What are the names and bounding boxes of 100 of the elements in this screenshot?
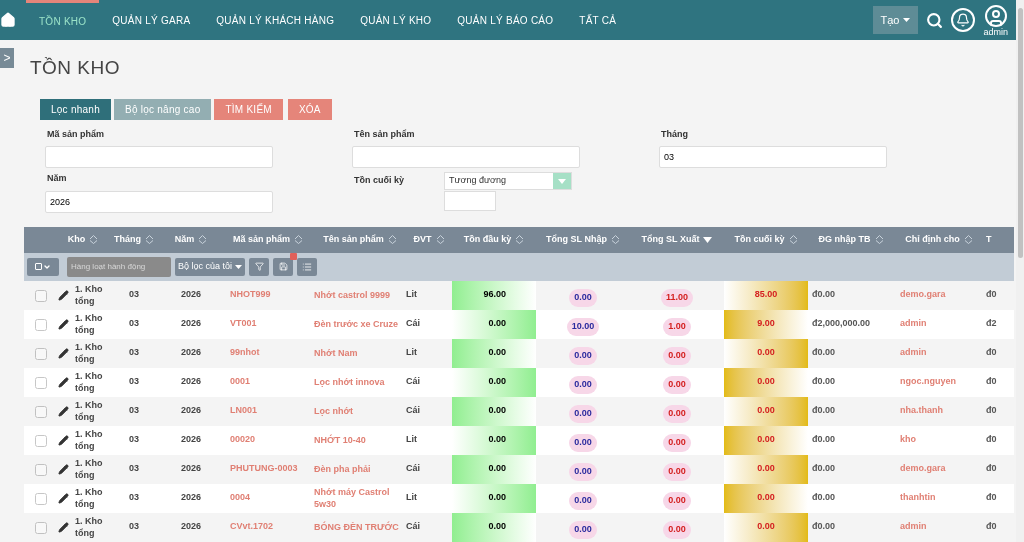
nav-tab[interactable]: QUẢN LÝ KHÁCH HÀNG (203, 0, 348, 40)
edit-icon[interactable] (58, 347, 69, 359)
sort-icon[interactable] (387, 235, 397, 244)
user-avatar-icon[interactable] (983, 3, 1008, 28)
sidebar-toggle[interactable]: > (0, 48, 14, 68)
scrollbar[interactable] (1016, 0, 1024, 542)
sort-icon[interactable] (435, 235, 445, 244)
field-label: Tháng (661, 127, 689, 141)
column-header[interactable]: Tồn cuối kỳ (724, 226, 808, 253)
notification-bell-icon[interactable] (951, 8, 976, 32)
sort-icon[interactable] (145, 235, 154, 244)
table-cell: 2026 (160, 280, 222, 310)
export-qty-badge: 1.00 (663, 318, 691, 336)
product-name-link[interactable]: Nhớt máy Castrol 5w30 (314, 483, 406, 513)
product-name-link[interactable]: Lọc nhớt innova (314, 367, 406, 397)
sort-icon[interactable] (294, 235, 303, 244)
saved-filter-button[interactable] (273, 257, 294, 276)
edit-icon[interactable] (58, 376, 69, 388)
user-name[interactable]: admin (983, 27, 1008, 37)
nav-tab[interactable]: QUẢN LÝ GARA (99, 0, 204, 40)
filter-button[interactable]: TÌM KIẾM (214, 98, 283, 120)
product-code-link[interactable]: 00020 (222, 425, 314, 455)
product-name-link[interactable]: Nhớt castrol 9999 (314, 280, 406, 310)
assigned-user-link[interactable]: demo.gara (894, 280, 984, 310)
product-code-link[interactable]: PHUTUNG-0003 (222, 454, 314, 484)
product-code-link[interactable]: 0001 (222, 367, 314, 397)
edit-icon[interactable] (58, 405, 69, 417)
filter-input[interactable] (352, 146, 580, 168)
sort-icon[interactable] (963, 235, 973, 244)
column-header[interactable]: Tồn đầu kỳ (452, 226, 536, 253)
sort-icon[interactable] (874, 235, 884, 244)
operator-select[interactable]: Tương đương (444, 172, 572, 190)
product-code-link[interactable]: CVvt.1702 (222, 512, 314, 542)
nav-tab[interactable]: TỒN KHO (26, 0, 100, 40)
column-header[interactable]: Kho (58, 226, 108, 253)
product-name-link[interactable]: Lọc nhớt (314, 396, 406, 426)
create-dropdown-button[interactable]: Tạo (872, 6, 919, 34)
assigned-user-link[interactable]: ngoc.nguyen (894, 367, 984, 397)
edit-icon[interactable] (58, 289, 69, 301)
filter-button[interactable]: XÓA (287, 98, 332, 120)
product-code-link[interactable]: VT001 (222, 309, 314, 339)
product-name-link[interactable]: BÓNG ĐÈN TRƯỚC (314, 512, 406, 542)
product-code-link[interactable]: LN001 (222, 396, 314, 426)
nav-tab[interactable]: QUẢN LÝ BÁO CÁO (444, 0, 567, 40)
filter-input[interactable]: 2026 (45, 190, 273, 213)
table-cell: Cái (406, 309, 452, 339)
filter-button[interactable] (249, 257, 270, 276)
filter-input[interactable]: 03 (659, 146, 887, 168)
sort-icon[interactable] (89, 235, 99, 244)
home-icon[interactable] (0, 12, 16, 28)
product-code-link[interactable]: 99nhot (222, 338, 314, 368)
filter-input[interactable] (45, 146, 273, 168)
edit-icon[interactable] (58, 492, 69, 504)
column-header[interactable]: T (984, 226, 1014, 253)
column-header[interactable]: Tổng SL Nhập (536, 226, 630, 253)
search-icon[interactable] (926, 11, 944, 29)
assigned-user-link[interactable]: demo.gara (894, 454, 984, 484)
sort-icon[interactable] (198, 235, 208, 244)
sort-icon[interactable] (515, 235, 525, 244)
column-header[interactable]: Năm (160, 226, 222, 253)
column-header[interactable]: Tên sản phẩm (314, 226, 406, 253)
filter-button[interactable]: Lọc nhanh (40, 98, 111, 120)
closing-stock-cell: 9.00 (724, 309, 808, 339)
import-qty-badge: 0.00 (569, 521, 597, 539)
column-header[interactable]: Tổng SL Xuất (630, 226, 724, 253)
product-code-link[interactable]: NHOT999 (222, 280, 314, 310)
sort-icon[interactable] (788, 235, 798, 244)
product-name-link[interactable]: Nhớt Nam (314, 338, 406, 368)
product-name-link[interactable]: NHỚT 10-40 (314, 425, 406, 455)
column-header[interactable]: Tháng (108, 226, 160, 253)
edit-icon[interactable] (58, 318, 69, 330)
assigned-user-link[interactable]: admin (894, 338, 984, 368)
column-header[interactable]: ĐVT (406, 226, 452, 253)
nav-tab[interactable]: QUẢN LÝ KHO (347, 0, 445, 40)
closing-stock-cell: 0.00 (724, 338, 808, 368)
edit-icon[interactable] (58, 434, 69, 446)
select-all-dropdown[interactable] (27, 257, 59, 276)
table-cell: 03 (108, 396, 160, 426)
filter-button[interactable]: Bộ lọc nâng cao (113, 98, 212, 120)
sort-icon[interactable] (610, 235, 620, 244)
assigned-user-link[interactable]: thanhtin (894, 483, 984, 513)
nav-tab[interactable]: TẤT CẢ (566, 0, 630, 40)
column-chooser-button[interactable] (297, 257, 318, 276)
product-name-link[interactable]: Đèn trước xe Cruze (314, 309, 406, 339)
edit-icon[interactable] (58, 463, 69, 475)
remove-badge-icon[interactable] (290, 252, 298, 260)
column-header[interactable]: Chỉ định cho (894, 226, 984, 253)
assigned-user-link[interactable]: nha.thanh (894, 396, 984, 426)
assigned-user-link[interactable]: admin (894, 309, 984, 339)
my-filter-dropdown[interactable]: Bộ lọc của tôi (175, 257, 246, 276)
sort-desc-icon[interactable] (703, 236, 713, 243)
ending-stock-input[interactable] (444, 191, 496, 211)
assigned-user-link[interactable]: kho (894, 425, 984, 455)
column-header[interactable]: Mã sản phẩm (222, 226, 314, 253)
table-cell: đ2 (984, 309, 1014, 339)
product-code-link[interactable]: 0004 (222, 483, 314, 513)
assigned-user-link[interactable]: admin (894, 512, 984, 542)
edit-icon[interactable] (58, 521, 69, 533)
product-name-link[interactable]: Đèn pha phải (314, 454, 406, 484)
column-header[interactable]: ĐG nhập TB (808, 226, 894, 253)
